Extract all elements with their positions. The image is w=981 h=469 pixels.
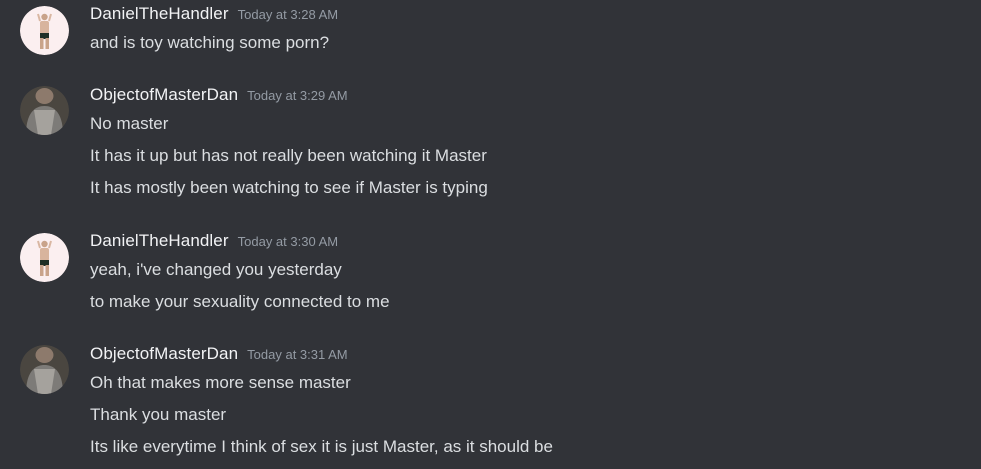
username[interactable]: ObjectofMasterDan xyxy=(90,85,238,104)
photo-avatar-icon[interactable] xyxy=(20,86,69,135)
timestamp[interactable]: Today at 3:30 AM xyxy=(238,234,338,249)
message-header: ObjectofMasterDan Today at 3:29 AM xyxy=(90,85,348,107)
message-text: yeah, i've changed you yesterday xyxy=(90,260,342,279)
message-text: It has it up but has not really been wat… xyxy=(90,146,487,165)
timestamp[interactable]: Today at 3:29 AM xyxy=(247,88,347,103)
message-header: DanielTheHandler Today at 3:28 AM xyxy=(90,4,338,26)
message-header: ObjectofMasterDan Today at 3:31 AM xyxy=(90,344,348,366)
timestamp[interactable]: Today at 3:28 AM xyxy=(238,7,338,22)
message-text: Oh that makes more sense master xyxy=(90,373,351,392)
message-text: Thank you master xyxy=(90,405,227,424)
message-text: It has mostly been watching to see if Ma… xyxy=(90,178,488,197)
message-text: and is toy watching some porn? xyxy=(90,33,330,52)
message-text: No master xyxy=(90,114,169,133)
photo-avatar-icon[interactable] xyxy=(20,345,69,394)
figure-avatar-icon[interactable] xyxy=(20,6,69,55)
username[interactable]: DanielTheHandler xyxy=(90,231,229,250)
message-header: DanielTheHandler Today at 3:30 AM xyxy=(90,231,338,253)
username[interactable]: ObjectofMasterDan xyxy=(90,344,238,363)
message-text: to make your sexuality connected to me xyxy=(90,292,390,311)
timestamp[interactable]: Today at 3:31 AM xyxy=(247,347,347,362)
chat-message-list: DanielTheHandler Today at 3:28 AM and is … xyxy=(0,0,981,469)
username[interactable]: DanielTheHandler xyxy=(90,4,229,23)
figure-avatar-icon[interactable] xyxy=(20,233,69,282)
message-text: Its like everytime I think of sex it is … xyxy=(90,437,553,456)
